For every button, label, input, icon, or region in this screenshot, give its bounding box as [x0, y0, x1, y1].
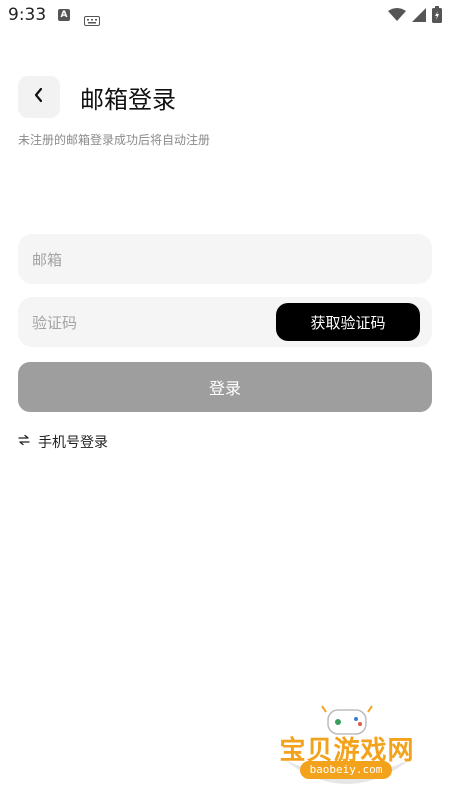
watermark-site: baobeiy.com [300, 761, 392, 779]
battery-icon [432, 6, 442, 27]
watermark: 宝贝游戏网 baobeiy.com [272, 700, 422, 795]
login-button[interactable]: 登录 [18, 362, 432, 412]
keyboard-icon [84, 11, 100, 30]
wifi-icon [388, 7, 406, 26]
get-code-button[interactable]: 获取验证码 [276, 303, 420, 341]
page-title: 邮箱登录 [80, 86, 176, 114]
code-field[interactable]: 获取验证码 [18, 297, 432, 349]
status-bar: 9:33 A [0, 0, 450, 32]
chevron-left-icon [33, 87, 45, 107]
status-time: 9:33 [8, 5, 47, 25]
swap-arrows-icon [18, 434, 30, 450]
phone-login-label: 手机号登录 [38, 435, 108, 451]
signal-icon [412, 7, 426, 26]
page-subtitle: 未注册的邮箱登录成功后将自动注册 [18, 133, 211, 147]
phone-login-link[interactable]: 手机号登录 [18, 432, 108, 452]
email-input[interactable] [30, 234, 274, 286]
back-button[interactable] [18, 76, 60, 118]
a-icon: A [58, 9, 70, 21]
email-field[interactable] [18, 234, 432, 286]
code-input[interactable] [30, 297, 274, 349]
